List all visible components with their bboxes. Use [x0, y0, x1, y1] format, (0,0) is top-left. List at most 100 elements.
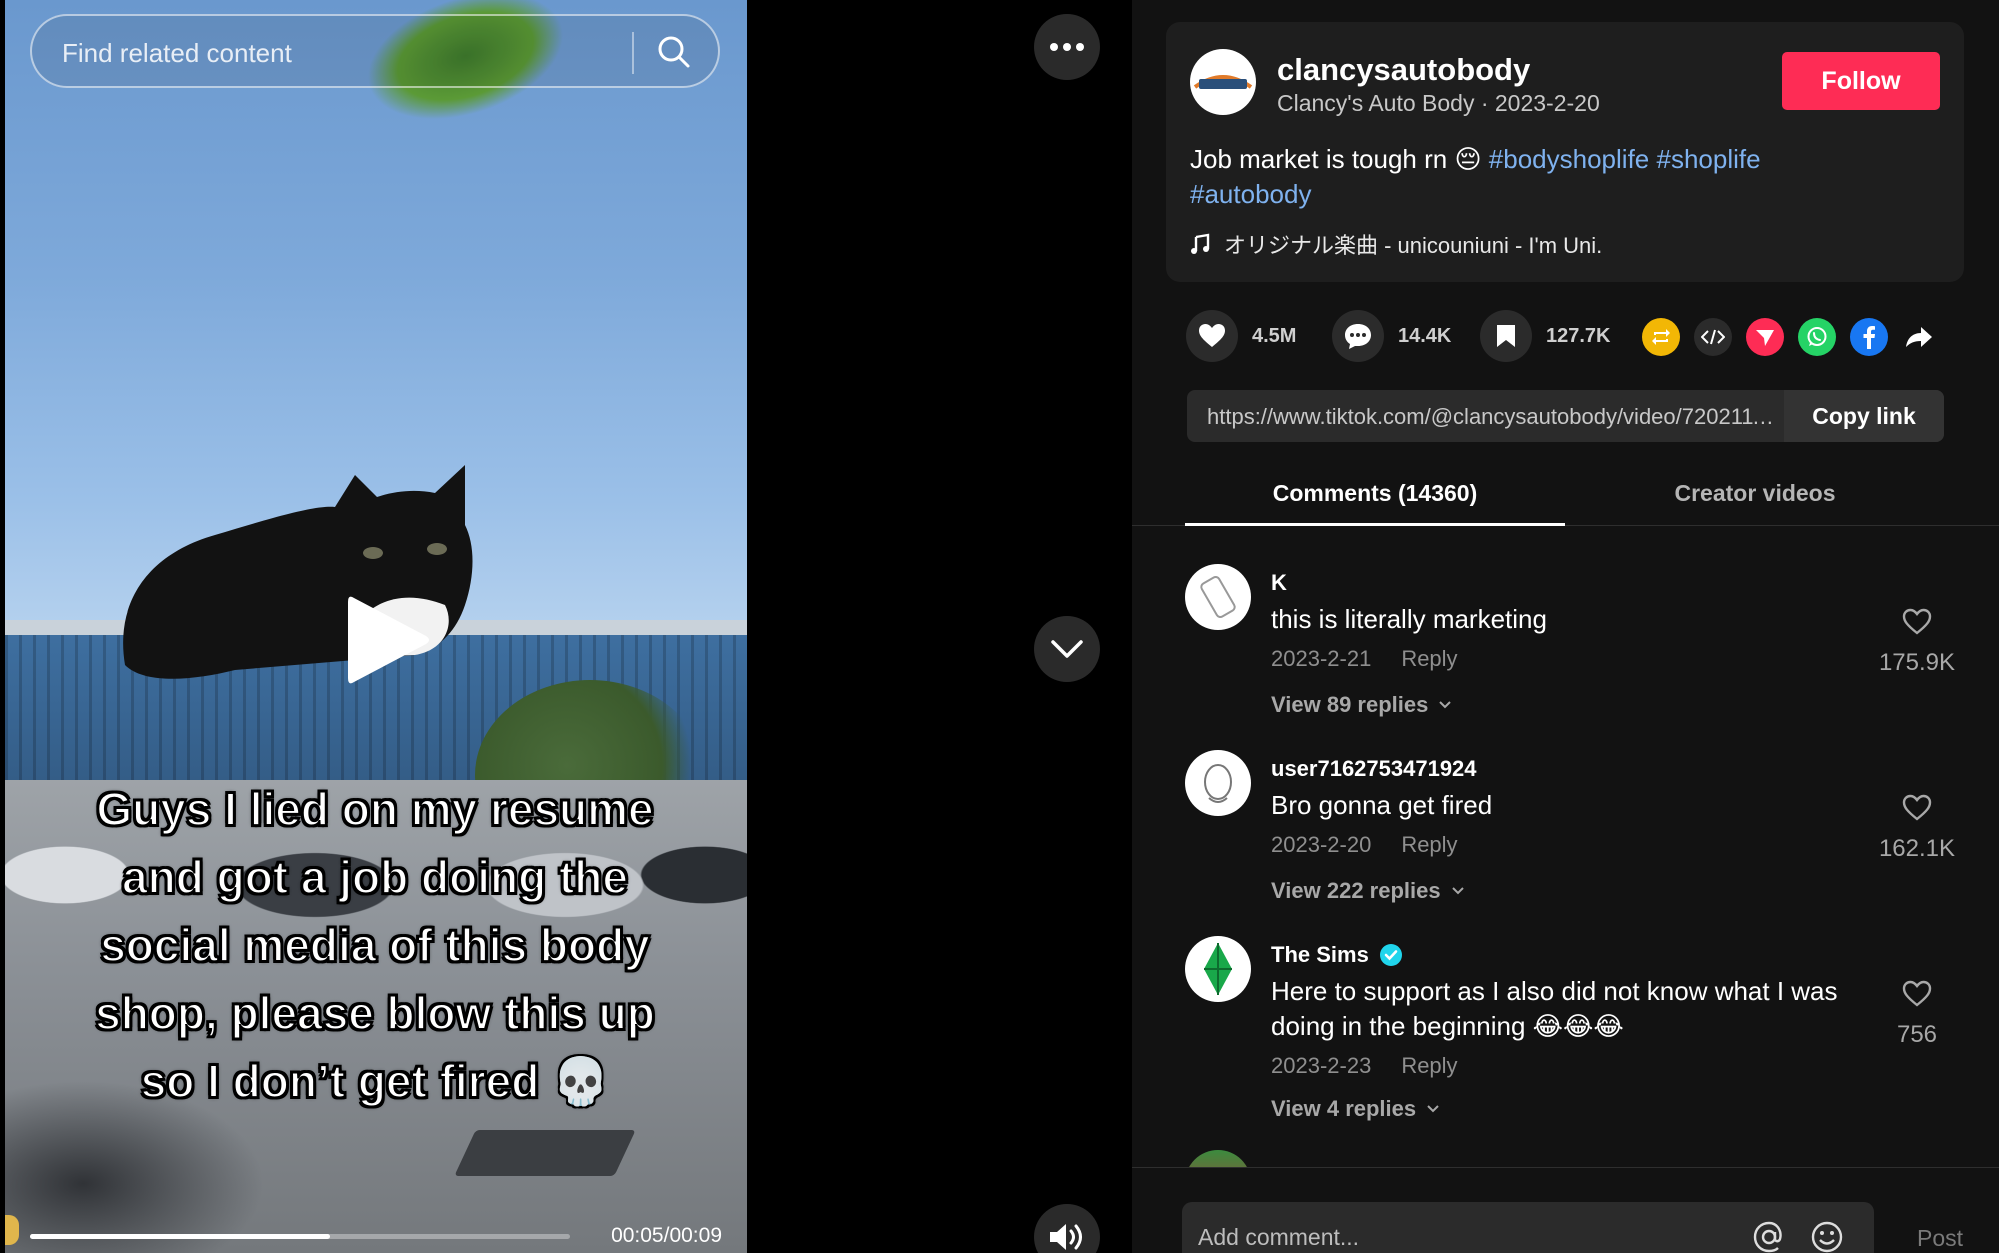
- more-share-button[interactable]: [1900, 318, 1938, 356]
- comment-item: The Sims Here to support as I also did n…: [1185, 936, 1965, 1146]
- play-icon[interactable]: [342, 590, 432, 690]
- copy-link-button[interactable]: Copy link: [1784, 390, 1944, 442]
- embed-button[interactable]: [1694, 318, 1732, 356]
- commenter-name-text: user7162753471924: [1271, 756, 1477, 781]
- commenter-name[interactable]: The Sims: [1271, 942, 1403, 968]
- follow-button[interactable]: Follow: [1782, 52, 1940, 110]
- chevron-down-icon: [1427, 1105, 1439, 1113]
- reply-button[interactable]: Reply: [1401, 646, 1457, 672]
- creator-subline: Clancy's Auto Body · 2023-2-20: [1277, 90, 1600, 116]
- hashtag-link[interactable]: #shoplife: [1657, 144, 1761, 174]
- find-related-search[interactable]: Find related content: [30, 14, 720, 88]
- comment-meta: 2023-2-21 Reply: [1271, 646, 1458, 672]
- progress-bar[interactable]: [30, 1234, 570, 1239]
- commenter-avatar[interactable]: [1185, 750, 1251, 816]
- view-replies-button[interactable]: View 4 replies: [1271, 1096, 1440, 1122]
- comment-date: 2023-2-21: [1271, 646, 1372, 671]
- creator-avatar[interactable]: [1190, 49, 1256, 115]
- comment-like[interactable]: 175.9K: [1877, 608, 1957, 677]
- comment-action[interactable]: 14.4K: [1332, 310, 1451, 362]
- post-description: Job market is tough rn 😔 #bodyshoplife #…: [1190, 142, 1920, 212]
- commenter-name-text: K: [1271, 570, 1287, 595]
- save-button[interactable]: [1480, 310, 1532, 362]
- comment-button[interactable]: [1332, 310, 1384, 362]
- video-player[interactable]: Find related content Guys I lied on my r…: [5, 0, 747, 1253]
- video-link-box: https://www.tiktok.com/@clancysautobody/…: [1187, 390, 1944, 442]
- comment-text: this is literally marketing: [1271, 604, 1547, 634]
- tab-comments[interactable]: Comments (14360): [1185, 472, 1565, 526]
- more-options-button[interactable]: [1034, 14, 1100, 80]
- view-replies-button[interactable]: View 222 replies: [1271, 878, 1465, 904]
- comment-text: Bro gonna get fired: [1271, 790, 1493, 820]
- caption-line: Guys I lied on my resume: [95, 782, 654, 836]
- comment-meta: 2023-2-20 Reply: [1271, 832, 1458, 858]
- music-note-icon: [1191, 233, 1210, 254]
- music-title: オリジナル楽曲 - unicouniuni - I'm Uni.: [1224, 233, 1603, 258]
- comment-date: 2023-2-23: [1271, 1053, 1372, 1078]
- comment-input-placeholder: Add comment...: [1198, 1224, 1360, 1250]
- more-icon: [1050, 43, 1084, 51]
- plumbob-icon: [1204, 943, 1232, 995]
- reply-button[interactable]: Reply: [1401, 832, 1457, 858]
- like-button[interactable]: [1186, 310, 1238, 362]
- caption-line: so I don’t get fired 💀: [140, 1054, 611, 1108]
- hashtag-link[interactable]: #bodyshoplife: [1489, 144, 1649, 174]
- commenter-avatar[interactable]: [1185, 936, 1251, 1002]
- commenter-avatar[interactable]: [1185, 564, 1251, 630]
- save-count: 127.7K: [1546, 324, 1611, 347]
- comment-like-count: 756: [1896, 1021, 1938, 1048]
- search-icon[interactable]: [656, 34, 692, 70]
- commenter-name-text: The Sims: [1271, 942, 1369, 967]
- view-replies-label: View 89 replies: [1271, 692, 1429, 717]
- view-replies-button[interactable]: View 89 replies: [1271, 692, 1452, 718]
- save-action[interactable]: 127.7K: [1480, 310, 1611, 362]
- repost-button[interactable]: [1642, 318, 1680, 356]
- like-action[interactable]: 4.5M: [1186, 310, 1296, 362]
- comment-like-count: 175.9K: [1878, 649, 1956, 676]
- corner-object: [5, 1215, 19, 1245]
- emoji-icon[interactable]: [1810, 1220, 1844, 1253]
- heart-icon: [1199, 324, 1225, 347]
- heart-outline-icon: [1902, 980, 1932, 1007]
- action-bar: 4.5M 14.4K 127.7K: [1186, 310, 1956, 362]
- creator-username[interactable]: clancysautobody: [1277, 52, 1530, 88]
- avatar-sketch-icon: [1204, 764, 1232, 803]
- caption-line: social media of this body: [99, 918, 651, 972]
- view-replies-label: View 4 replies: [1271, 1096, 1417, 1121]
- avatar-sketch-icon: [1200, 576, 1236, 618]
- comment-icon: [1345, 324, 1371, 349]
- post-comment-button[interactable]: Post: [1917, 1225, 1963, 1252]
- post-info-card: clancysautobody Clancy's Auto Body · 202…: [1166, 22, 1964, 282]
- panel-tabs: Comments (14360) Creator videos: [1132, 472, 1999, 526]
- chevron-down-icon: [1051, 640, 1083, 658]
- search-placeholder: Find related content: [62, 38, 292, 68]
- whatsapp-share-button[interactable]: [1798, 318, 1836, 356]
- heart-outline-icon: [1902, 794, 1932, 821]
- whatsapp-icon: [1807, 327, 1827, 346]
- reply-button[interactable]: Reply: [1401, 1053, 1457, 1079]
- next-video-button[interactable]: [1034, 616, 1100, 682]
- video-time: 00:05/00:09: [611, 1224, 722, 1247]
- commenter-name[interactable]: user7162753471924: [1271, 756, 1477, 782]
- commenter-name[interactable]: K: [1271, 570, 1287, 596]
- music-link[interactable]: オリジナル楽曲 - unicouniuni - I'm Uni.: [1190, 228, 1602, 260]
- volume-button[interactable]: [1034, 1204, 1100, 1253]
- video-url[interactable]: https://www.tiktok.com/@clancysautobody/…: [1207, 404, 1777, 430]
- comment-input[interactable]: Add comment...: [1182, 1202, 1874, 1253]
- facebook-icon: [1863, 326, 1875, 349]
- mention-icon[interactable]: [1752, 1220, 1786, 1253]
- comment-meta: 2023-2-23 Reply: [1271, 1053, 1458, 1079]
- storm-drain: [454, 1130, 636, 1176]
- commenter-avatar-partial[interactable]: [1185, 1150, 1251, 1167]
- hashtag-link[interactable]: #autobody: [1190, 179, 1311, 209]
- verified-badge-icon: [1379, 944, 1402, 966]
- tab-creator-videos[interactable]: Creator videos: [1565, 472, 1945, 526]
- comment-like[interactable]: 756: [1877, 980, 1957, 1049]
- share-arrow-icon: [1906, 327, 1932, 347]
- facebook-share-button[interactable]: [1850, 318, 1888, 356]
- view-replies-label: View 222 replies: [1271, 878, 1441, 903]
- send-to-friends-button[interactable]: [1746, 318, 1784, 356]
- comment-like-count: 162.1K: [1878, 835, 1956, 862]
- chevron-down-icon: [1451, 887, 1464, 895]
- comment-like[interactable]: 162.1K: [1877, 794, 1957, 863]
